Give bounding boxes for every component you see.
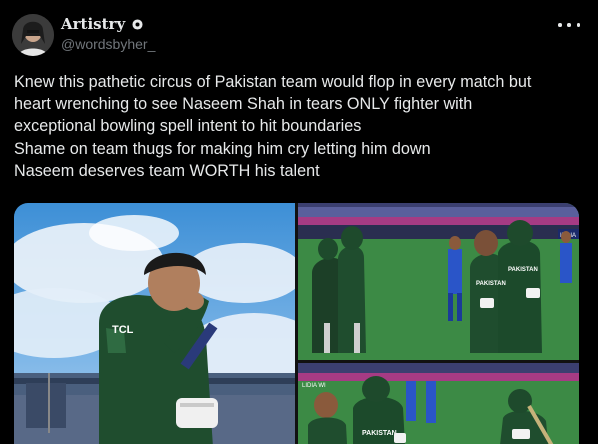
- jersey-text-tcl: TCL: [112, 324, 134, 336]
- tweet-text: Knew this pathetic circus of Pakistan te…: [14, 71, 589, 182]
- tweet-line: Naseem deserves team WORTH his talent: [14, 161, 320, 180]
- jersey-text-pakistan-3: PAKISTAN: [362, 430, 397, 437]
- author-display-name[interactable]: Artistry: [61, 15, 125, 33]
- dot: [567, 23, 571, 27]
- tweet-line: heart wrenching to see Naseem Shah in te…: [14, 95, 473, 114]
- avatar-photo: [12, 14, 54, 56]
- author-block: Artistry @wordsbyher_: [61, 15, 155, 52]
- dot: [558, 23, 562, 27]
- jersey-text-pakistan-2: PAKISTAN: [508, 267, 538, 273]
- gear-badge-icon: [132, 18, 143, 30]
- tweet-line: exceptional bowling spell intent to hit …: [14, 117, 362, 136]
- more-options-icon[interactable]: [558, 18, 580, 32]
- avatar[interactable]: [12, 14, 54, 56]
- dot: [576, 23, 580, 27]
- media-photo-player-sky[interactable]: TCL: [14, 203, 295, 444]
- tweet-line: Shame on team thugs for making him cry l…: [14, 139, 431, 158]
- board-text: LIDIA WI: [302, 383, 326, 389]
- media-photo-players-consoling[interactable]: LIDIA WI PAKISTAN: [298, 363, 579, 444]
- media-photo-players-field[interactable]: INDIA PAKISTAN PAKISTAN: [298, 203, 579, 360]
- author-handle[interactable]: @wordsbyher_: [61, 36, 155, 52]
- tweet-line: Knew this pathetic circus of Pakistan te…: [14, 73, 532, 91]
- media-grid[interactable]: TCL PAKISTAN PAKISTAN LIDIA WI PAKISTAN: [14, 203, 579, 444]
- tweet-post[interactable]: Artistry @wordsbyher_ Knew this pathetic…: [0, 0, 598, 444]
- jersey-text-pakistan-1: PAKISTAN: [476, 281, 506, 287]
